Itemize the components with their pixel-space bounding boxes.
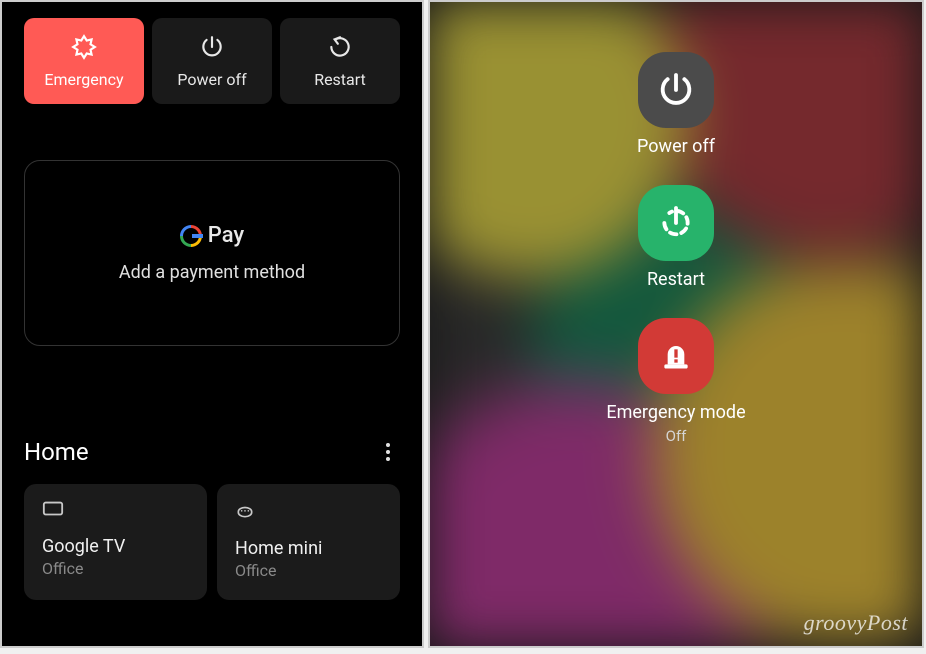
power-icon [638, 52, 714, 128]
restart-icon [327, 34, 353, 64]
samsung-power-menu: Power off Restart Emergency mode [428, 0, 924, 648]
gpay-logo: Pay [180, 223, 244, 248]
emergency-mode-item[interactable]: Emergency mode Off [606, 318, 745, 445]
pixel-power-menu: Emergency Power off Restart Pay Add a pa… [0, 0, 424, 648]
more-menu-icon[interactable] [376, 440, 400, 464]
gpay-subtitle: Add a payment method [119, 262, 305, 283]
restart-button[interactable]: Restart [280, 18, 400, 104]
emergency-label: Emergency [44, 70, 123, 89]
restart-icon [638, 185, 714, 261]
power-off-item[interactable]: Power off [637, 52, 715, 157]
restart-label: Restart [314, 70, 366, 89]
power-menu-overlay: Power off Restart Emergency mode [430, 2, 922, 646]
emergency-alert-icon [638, 318, 714, 394]
power-button-row: Emergency Power off Restart [24, 18, 400, 104]
device-room: Office [42, 559, 189, 578]
home-header: Home [24, 438, 400, 466]
emergency-label: Emergency mode [606, 402, 745, 423]
watermark: groovyPost [804, 610, 908, 636]
device-card-home-mini[interactable]: Home mini Office [217, 484, 400, 600]
restart-label: Restart [647, 269, 705, 290]
speaker-icon [235, 500, 382, 524]
tv-icon [42, 500, 189, 522]
device-card-google-tv[interactable]: Google TV Office [24, 484, 207, 600]
emergency-icon [71, 34, 97, 64]
home-title: Home [24, 438, 89, 466]
emergency-state: Off [666, 427, 687, 445]
emergency-button[interactable]: Emergency [24, 18, 144, 104]
gpay-card[interactable]: Pay Add a payment method [24, 160, 400, 346]
google-g-icon [180, 225, 202, 247]
power-off-label: Power off [637, 136, 715, 157]
device-row: Google TV Office Home mini Office [24, 484, 400, 600]
gpay-brand-text: Pay [208, 223, 244, 248]
power-off-button[interactable]: Power off [152, 18, 272, 104]
power-icon [199, 34, 225, 64]
device-name: Home mini [235, 538, 382, 559]
device-room: Office [235, 561, 382, 580]
device-name: Google TV [42, 536, 189, 557]
power-off-label: Power off [177, 70, 246, 89]
restart-item[interactable]: Restart [638, 185, 714, 290]
